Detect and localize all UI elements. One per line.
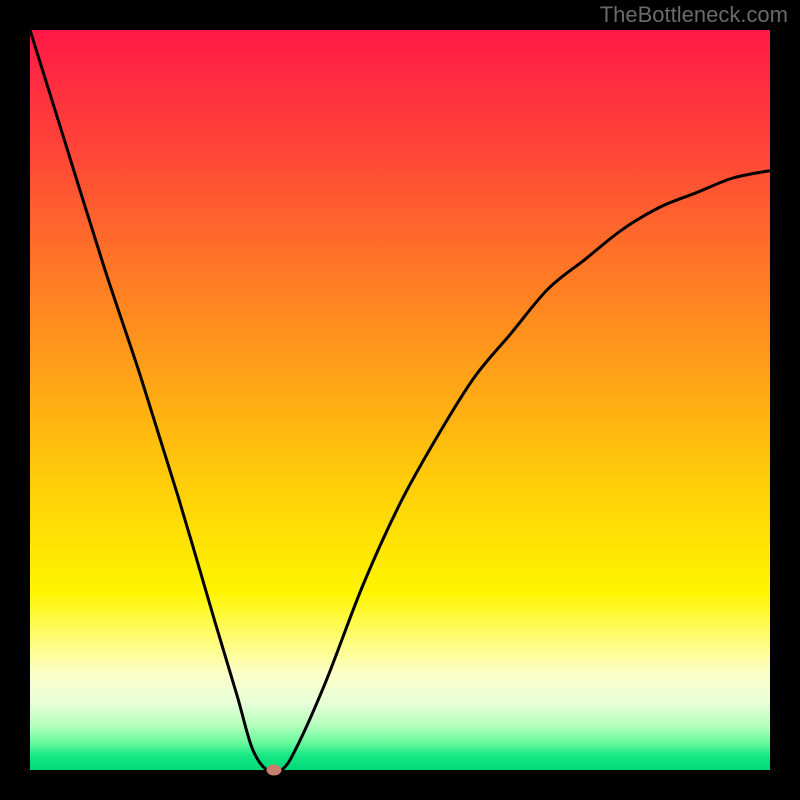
bottleneck-curve: [30, 30, 770, 770]
chart-plot-area: [30, 30, 770, 770]
optimal-point-marker: [267, 765, 282, 776]
watermark-text: TheBottleneck.com: [600, 2, 788, 28]
